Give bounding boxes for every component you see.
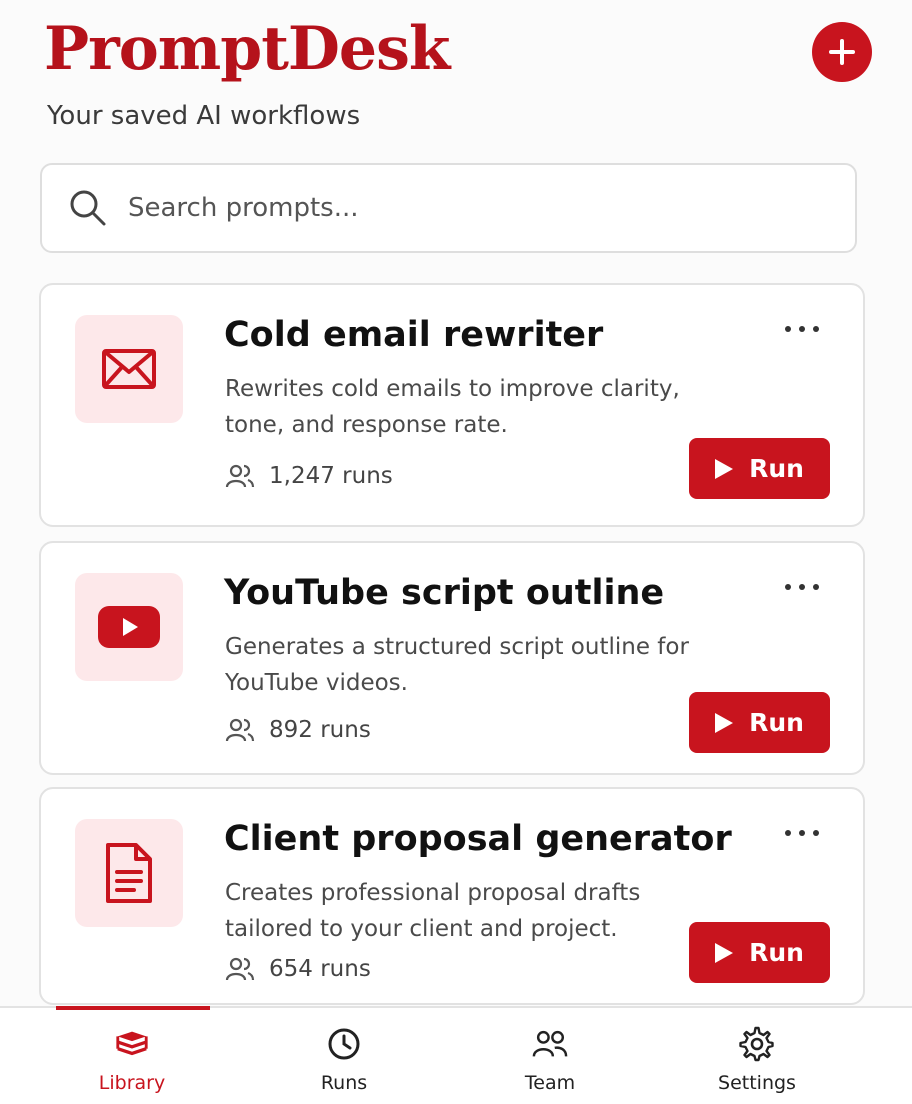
prompt-run-count: 892 runs	[225, 715, 371, 745]
app-title: PromptDesk	[44, 14, 450, 84]
run-button[interactable]: Run	[689, 692, 830, 753]
plus-icon	[829, 39, 855, 65]
nav-label: Team	[524, 1072, 576, 1094]
run-count-label: 892 runs	[269, 717, 371, 743]
search-input[interactable]	[128, 193, 808, 223]
prompt-title: Cold email rewriter	[224, 315, 604, 355]
clock-icon	[326, 1026, 362, 1062]
run-button[interactable]: Run	[689, 438, 830, 499]
nav-label: Runs	[320, 1072, 368, 1094]
app-screen: PromptDesk Your saved AI workflows Cold …	[0, 0, 912, 1104]
mail-icon	[102, 349, 156, 389]
gear-icon	[739, 1026, 775, 1062]
bottom-nav: Library Runs Team Settings	[0, 1006, 912, 1104]
app-subtitle: Your saved AI workflows	[47, 101, 361, 131]
library-icon	[114, 1026, 150, 1062]
search-icon	[68, 188, 108, 228]
people-icon	[225, 461, 255, 491]
prompt-card-client-proposal[interactable]: Client proposal generator Creates profes…	[39, 787, 865, 1005]
nav-item-settings[interactable]: Settings	[657, 1008, 857, 1104]
prompt-icon-box	[75, 315, 183, 423]
more-options-icon[interactable]	[785, 321, 819, 337]
run-button-label: Run	[749, 454, 804, 483]
run-button[interactable]: Run	[689, 922, 830, 983]
prompt-run-count: 654 runs	[225, 954, 371, 984]
run-button-label: Run	[749, 708, 804, 737]
youtube-icon	[98, 606, 160, 648]
play-icon	[715, 458, 734, 479]
prompt-run-count: 1,247 runs	[225, 461, 393, 491]
prompt-description: Creates professional proposal drafts tai…	[225, 880, 641, 942]
more-options-icon[interactable]	[785, 579, 819, 595]
nav-label: Settings	[718, 1072, 796, 1094]
search-bar[interactable]	[40, 163, 857, 253]
prompt-icon-box	[75, 819, 183, 927]
add-prompt-button[interactable]	[812, 22, 872, 82]
people-icon	[225, 954, 255, 984]
nav-item-library[interactable]: Library	[32, 1008, 232, 1104]
nav-label: Library	[98, 1072, 166, 1094]
prompt-icon-box	[75, 573, 183, 681]
people-icon	[225, 715, 255, 745]
nav-item-team[interactable]: Team	[450, 1008, 650, 1104]
more-options-icon[interactable]	[785, 825, 819, 841]
prompt-description: Generates a structured script outline fo…	[225, 634, 689, 696]
document-icon	[106, 843, 152, 903]
prompt-title: YouTube script outline	[224, 573, 665, 613]
prompt-card-youtube-script[interactable]: YouTube script outline Generates a struc…	[39, 541, 865, 775]
play-icon	[715, 942, 734, 963]
nav-item-runs[interactable]: Runs	[244, 1008, 444, 1104]
prompt-card-cold-email[interactable]: Cold email rewriter Rewrites cold emails…	[39, 283, 865, 527]
run-button-label: Run	[749, 938, 804, 967]
prompt-title: Client proposal generator	[224, 819, 732, 859]
play-icon	[715, 712, 734, 733]
team-icon	[532, 1026, 568, 1062]
run-count-label: 654 runs	[269, 956, 371, 982]
prompt-description: Rewrites cold emails to improve clarity,…	[225, 376, 680, 438]
run-count-label: 1,247 runs	[269, 463, 393, 489]
